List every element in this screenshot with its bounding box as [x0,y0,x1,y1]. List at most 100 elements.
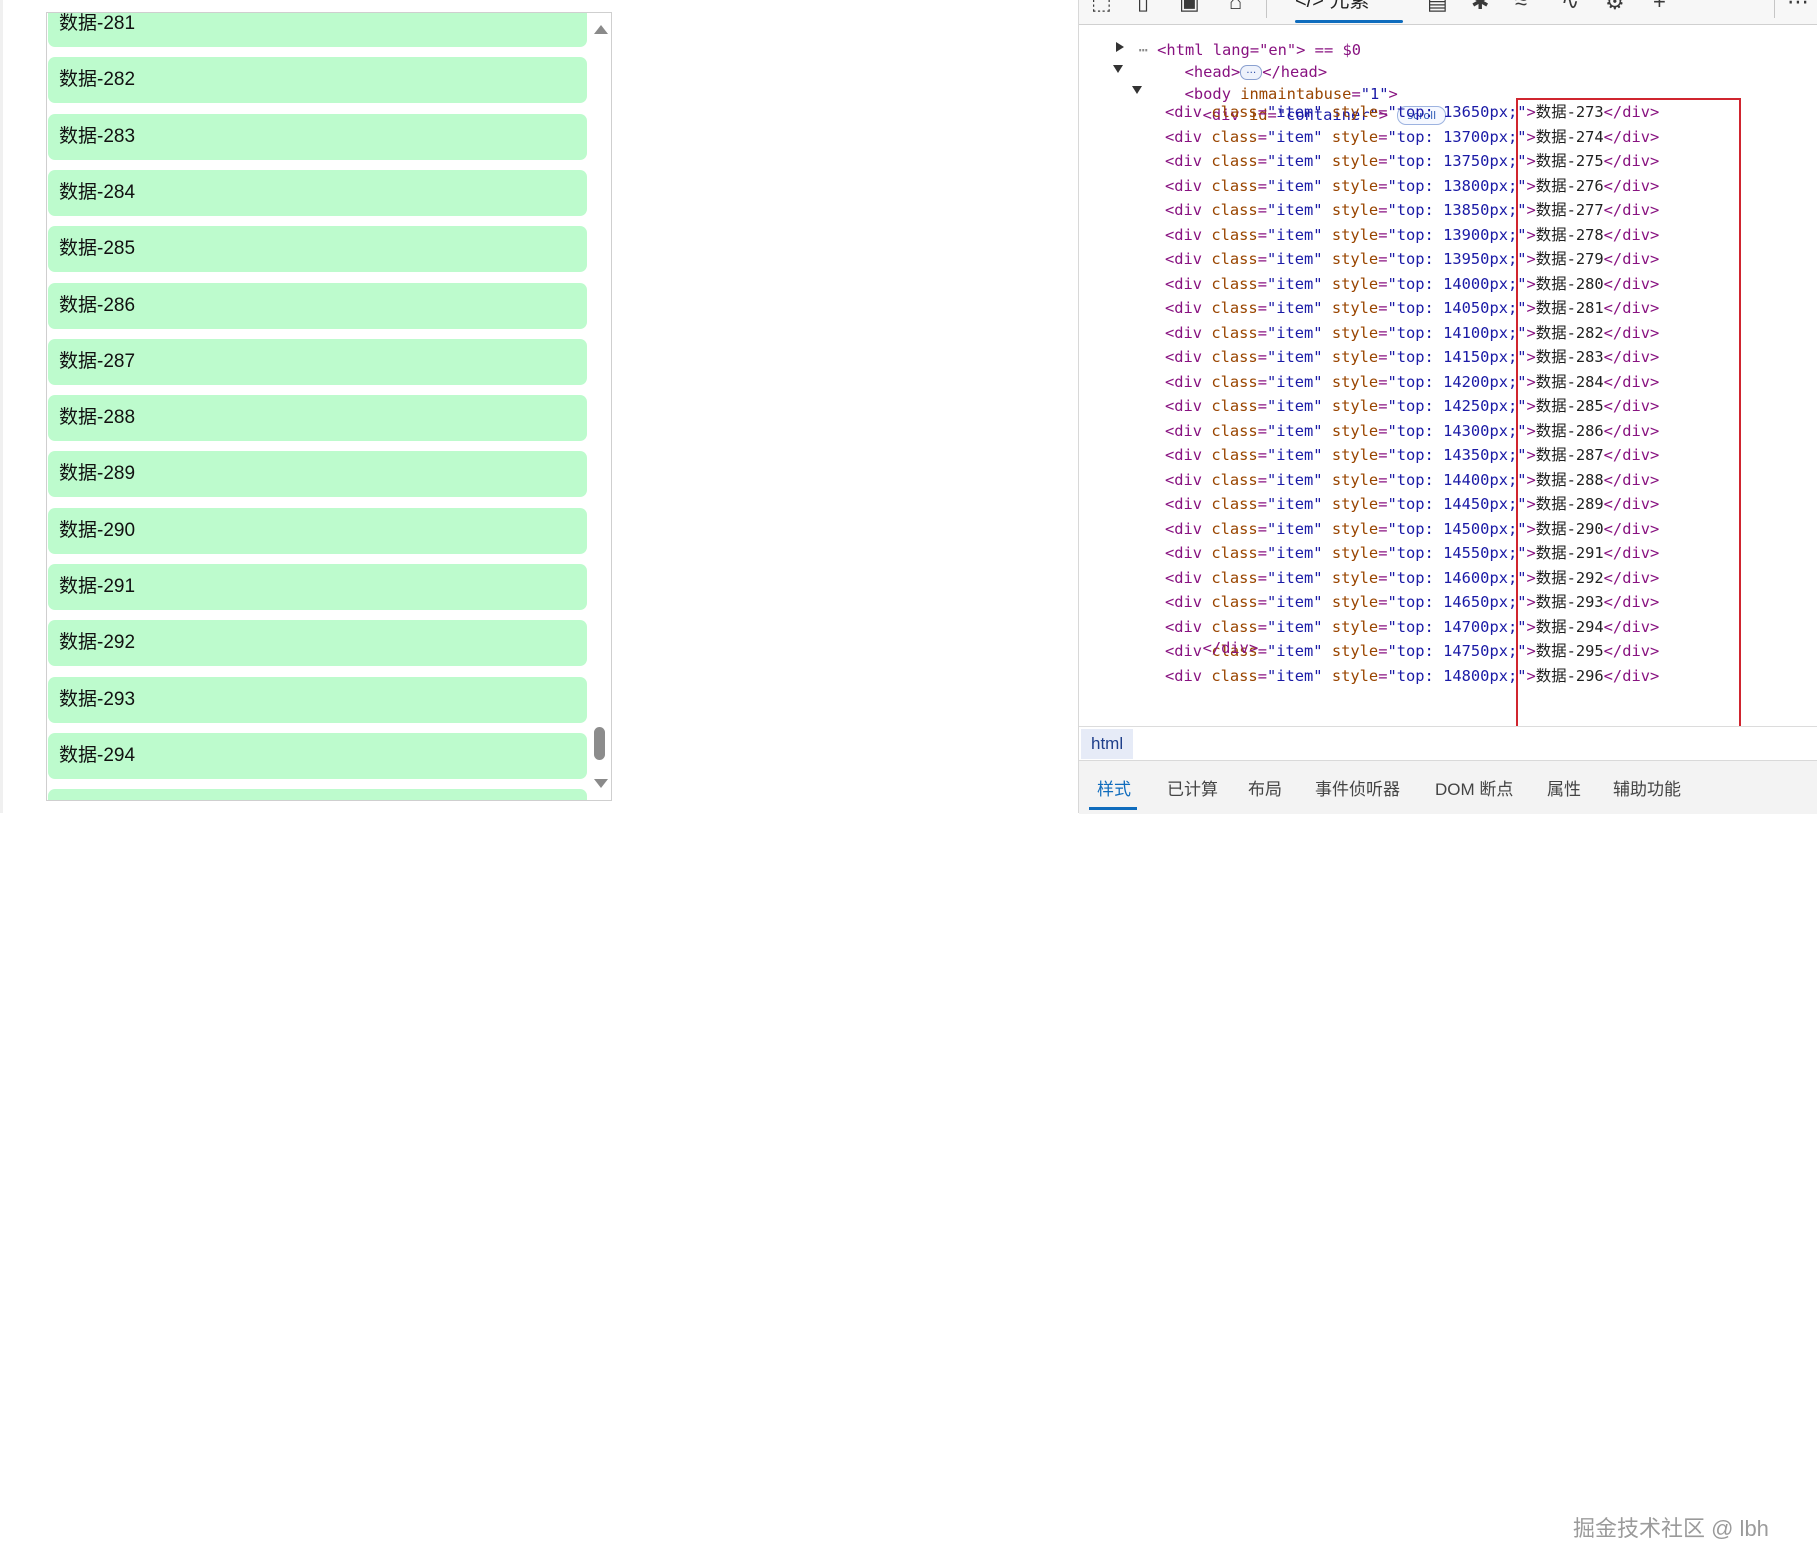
dom-node-item[interactable]: <div class="item" style="top: 13750px;">… [1165,149,1659,173]
style-top-value: 14350 [1443,446,1490,464]
tab-styles-underline [1089,807,1137,810]
style-top-value: 14300 [1443,421,1490,440]
item-text: 数据-289 [1535,495,1604,513]
dom-tree[interactable]: ⋯ <html lang="en"> == $0 <head>… </head> … [1079,24,1817,726]
tab-elements[interactable]: </> 元素 [1295,0,1405,20]
wifi-icon[interactable]: ≈ [1515,0,1527,13]
dom-node-item[interactable]: <div class="item" style="top: 14550px;">… [1165,541,1659,565]
dom-node-item[interactable]: <div class="item" style="top: 13900px;">… [1165,223,1659,247]
tab-layout[interactable]: 布局 [1248,775,1282,800]
device-toolbar-icon[interactable]: ▯ [1137,0,1149,13]
list-item: 数据-292 [48,620,587,667]
list-scrollbar[interactable] [589,13,611,800]
dom-node-item[interactable]: <div class="item" style="top: 14400px;">… [1165,468,1659,492]
performance-icon[interactable]: ∿ [1561,0,1579,13]
dock-icon[interactable]: ▣ [1179,0,1200,13]
style-top-value: 13800 [1443,176,1490,195]
expand-arrow-icon[interactable] [1116,42,1124,52]
item-text: 数据-290 [1535,519,1604,538]
console-icon[interactable]: ▤ [1427,0,1448,13]
collapse-arrow-icon[interactable] [1113,65,1123,73]
dom-node-container-close[interactable]: </div> [1147,612,1259,657]
list-item [48,789,587,800]
collapse-arrow-icon[interactable] [1132,86,1142,94]
dom-node-item[interactable]: <div class="item" style="top: 14300px;">… [1165,419,1659,443]
item-text: 数据-291 [1535,544,1604,562]
item-text: 数据-276 [1535,176,1604,195]
dom-node-item[interactable]: <div class="item" style="top: 14600px;">… [1165,566,1659,590]
item-text: 数据-292 [1535,568,1604,587]
tab-styles[interactable]: 样式 [1097,775,1131,800]
tab-properties[interactable]: 属性 [1547,775,1581,800]
style-top-value: 13750 [1443,152,1490,170]
item-text: 数据-294 [1535,617,1604,636]
scrollbar-thumb[interactable] [594,727,605,760]
list-item: 数据-293 [48,676,587,723]
dom-node-item[interactable]: <div class="item" style="top: 14050px;">… [1165,296,1659,320]
style-top-value: 13700 [1443,127,1490,146]
settings-icon[interactable]: ⚙ [1605,0,1625,13]
dom-node-item[interactable]: <div class="item" style="top: 14200px;">… [1165,370,1659,394]
scroll-up-arrow-icon[interactable] [594,25,608,34]
watermark: 掘金技术社区 @ lbh [1573,1516,1769,1541]
style-top-value: 14800 [1443,666,1490,685]
item-text: 数据-282 [1535,323,1604,342]
more-icon[interactable]: ⋯ [1787,0,1809,13]
item-text: 数据-285 [1535,397,1604,415]
styles-tabbar: 样式 已计算 布局 事件侦听器 DOM 断点 属性 辅助功能 掘金技术社区 @ … [1079,760,1817,1541]
viewport-edge [0,0,3,813]
devtools-panel: ⬚ ▯ ▣ ⌂ </> 元素 ▤ ✱ ≈ ∿ ⚙ + ⋯ ⋯ <html lan… [1078,0,1817,1541]
plus-icon[interactable]: + [1653,0,1666,13]
dom-node-item[interactable]: <div class="item" style="top: 13950px;">… [1165,247,1659,271]
item-text: 数据-275 [1535,152,1604,170]
style-top-value: 13650 [1443,103,1490,121]
dom-node-item[interactable]: <div class="item" style="top: 14150px;">… [1165,345,1659,369]
style-top-value: 14700 [1443,617,1490,636]
style-top-value: 14000 [1443,274,1490,293]
style-top-value: 14050 [1443,299,1490,317]
dom-node-item[interactable]: <div class="item" style="top: 13700px;">… [1165,125,1659,149]
item-text: 数据-296 [1535,666,1604,685]
style-top-value: 14650 [1443,593,1490,611]
inspect-icon[interactable]: ⬚ [1091,0,1112,13]
style-top-value: 14200 [1443,372,1490,391]
dom-node-item[interactable]: <div class="item" style="top: 13650px;">… [1165,100,1659,124]
tab-event-listeners[interactable]: 事件侦听器 [1315,775,1400,800]
list-item: 数据-281 [48,13,587,47]
tab-dom-breakpoints[interactable]: DOM 断点 [1435,775,1513,800]
bug-icon[interactable]: ✱ [1471,0,1489,13]
list-item: 数据-284 [48,169,587,216]
dom-node-item[interactable]: <div class="item" style="top: 14500px;">… [1165,517,1659,541]
dom-node-item[interactable]: <div class="item" style="top: 14000px;">… [1165,272,1659,296]
style-top-value: 13900 [1443,225,1490,244]
style-top-value: 14500 [1443,519,1490,538]
style-top-value: 14550 [1443,544,1490,562]
item-text: 数据-281 [1535,299,1604,317]
dom-node-item[interactable]: <div class="item" style="top: 13800px;">… [1165,174,1659,198]
item-text: 数据-280 [1535,274,1604,293]
item-text: 数据-273 [1535,103,1604,121]
scroll-down-arrow-icon[interactable] [594,779,608,788]
dom-node-item[interactable]: <div class="item" style="top: 14350px;">… [1165,443,1659,467]
dom-node-item[interactable]: <div class="item" style="top: 14450px;">… [1165,492,1659,516]
home-icon[interactable]: ⌂ [1229,0,1242,13]
tab-computed[interactable]: 已计算 [1167,775,1218,800]
item-text: 数据-277 [1535,201,1604,219]
item-text: 数据-293 [1535,593,1604,611]
dom-node-item[interactable]: <div class="item" style="top: 14800px;">… [1165,664,1659,688]
tab-accessibility[interactable]: 辅助功能 [1613,775,1681,800]
style-top-value: 13850 [1443,201,1490,219]
list-item: 数据-285 [48,226,587,273]
dom-node-item[interactable]: <div class="item" style="top: 14100px;">… [1165,321,1659,345]
breadcrumb-item-html[interactable]: html [1081,729,1134,759]
dom-node-item[interactable]: <div class="item" style="top: 14650px;">… [1165,590,1659,614]
virtual-list-container[interactable]: 数据-281 数据-282 数据-283 数据-284 数据-285 数据-286 数据-2… [46,12,612,801]
dom-node-item[interactable]: <div class="item" style="top: 14250px;">… [1165,394,1659,418]
item-text: 数据-295 [1535,642,1604,660]
item-text: 数据-283 [1535,348,1604,366]
dom-node-head[interactable]: <head>… </head> [1129,36,1327,81]
list-item: 数据-288 [48,395,587,442]
item-text: 数据-287 [1535,446,1604,464]
dom-node-item[interactable]: <div class="item" style="top: 13850px;">… [1165,198,1659,222]
list-item: 数据-283 [48,113,587,160]
